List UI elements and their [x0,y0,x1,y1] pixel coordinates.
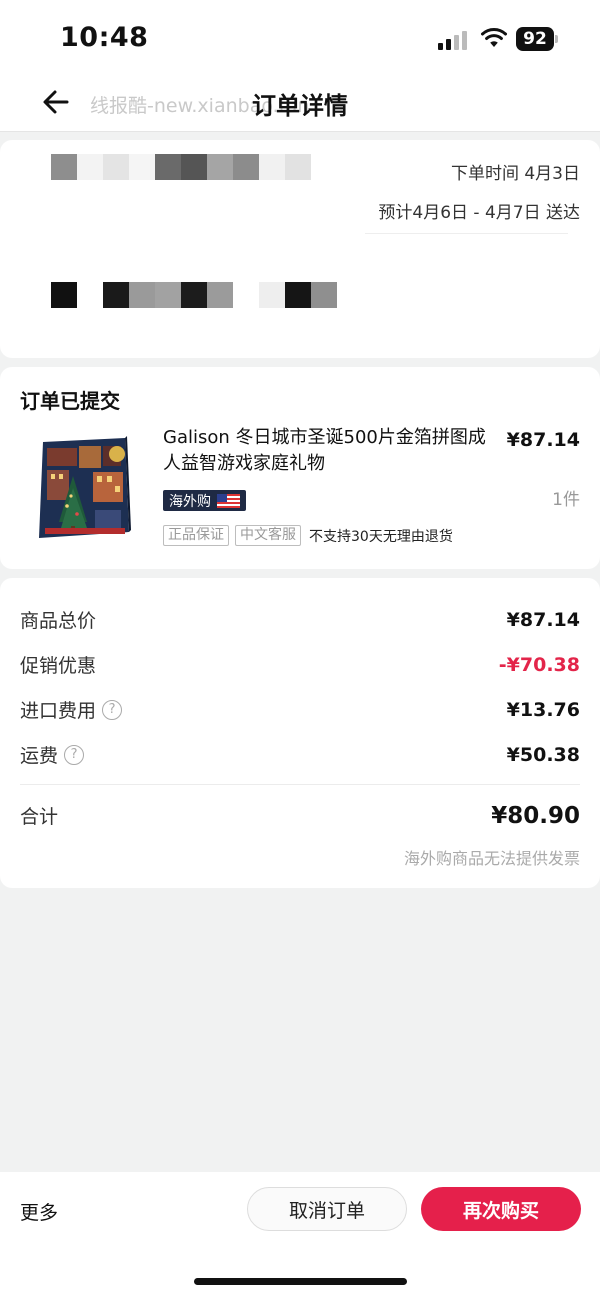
promo-row: 促销优惠 -¥70.38 [20,651,580,678]
bottom-action-bar: 更多 取消订单 再次购买 [0,1172,600,1298]
order-info-card: 下单时间 4月3日 预计4月6日 - 4月7日 送达 [0,140,600,358]
us-flag-icon [217,493,240,508]
import-fee-label-group: 进口费用 ? [20,696,123,723]
shipping-label: 运费 [20,745,59,767]
wifi-icon [481,28,507,47]
delivery-estimate: 预计4月6日 - 4月7日 送达 [378,203,580,223]
help-icon[interactable]: ? [64,744,85,765]
redacted-address [51,154,311,180]
status-time: 10:48 [60,22,149,53]
order-time: 下单时间 4月3日 [450,164,580,184]
home-indicator[interactable] [194,1278,407,1285]
cancel-order-button[interactable]: 取消订单 [247,1187,407,1231]
total-row: 合计 ¥80.90 [20,802,580,829]
total-value: ¥80.90 [491,802,580,829]
import-fee-label: 进口费用 [20,700,97,722]
more-button[interactable]: 更多 [20,1198,58,1225]
import-fee-row: 进口费用 ? ¥13.76 [20,696,580,723]
shipping-value: ¥50.38 [506,743,580,766]
return-policy: 不支持30天无理由退货 [309,528,453,545]
overseas-tag-label: 海外购 [169,493,211,510]
page-title: 订单详情 [252,92,348,120]
total-label: 合计 [20,806,59,828]
battery-icon: 92 [516,27,558,51]
price-summary-card: 商品总价 ¥87.14 促销优惠 -¥70.38 进口费用 ? ¥13.76 运… [0,578,600,888]
subtotal-row: 商品总价 ¥87.14 [20,606,580,633]
redacted-recipient [51,282,337,308]
product-thumbnail[interactable] [37,436,131,540]
promo-value: -¥70.38 [498,653,580,676]
shipping-row: 运费 ? ¥50.38 [20,741,580,768]
divider [20,784,580,785]
battery-level: 92 [516,27,554,51]
product-name[interactable]: Galison 冬日城市圣诞500片金箔拼图成人益智游戏家庭礼物 [163,425,493,477]
help-icon[interactable]: ? [102,699,123,720]
shipping-label-group: 运费 ? [20,741,85,768]
chip-chinese-service: 中文客服 [235,525,301,546]
subtotal-label: 商品总价 [20,610,97,632]
chip-genuine: 正品保证 [163,525,229,546]
signal-icon [438,30,470,50]
divider [365,233,568,234]
status-bar: 10:48 92 [0,0,600,74]
invoice-note: 海外购商品无法提供发票 [403,849,580,868]
buy-again-button[interactable]: 再次购买 [421,1187,581,1231]
promo-label: 促销优惠 [20,655,97,677]
nav-bar: 线报酷-new.xianbao.fun 订单详情 [0,74,600,132]
order-status: 订单已提交 [20,389,120,413]
overseas-tag: 海外购 [163,490,246,511]
product-quantity: 1件 [552,490,580,510]
service-chips: 正品保证 中文客服 不支持30天无理由退货 [163,525,453,546]
import-fee-value: ¥13.76 [506,698,580,721]
product-price: ¥87.14 [506,429,580,451]
subtotal-value: ¥87.14 [506,608,580,631]
